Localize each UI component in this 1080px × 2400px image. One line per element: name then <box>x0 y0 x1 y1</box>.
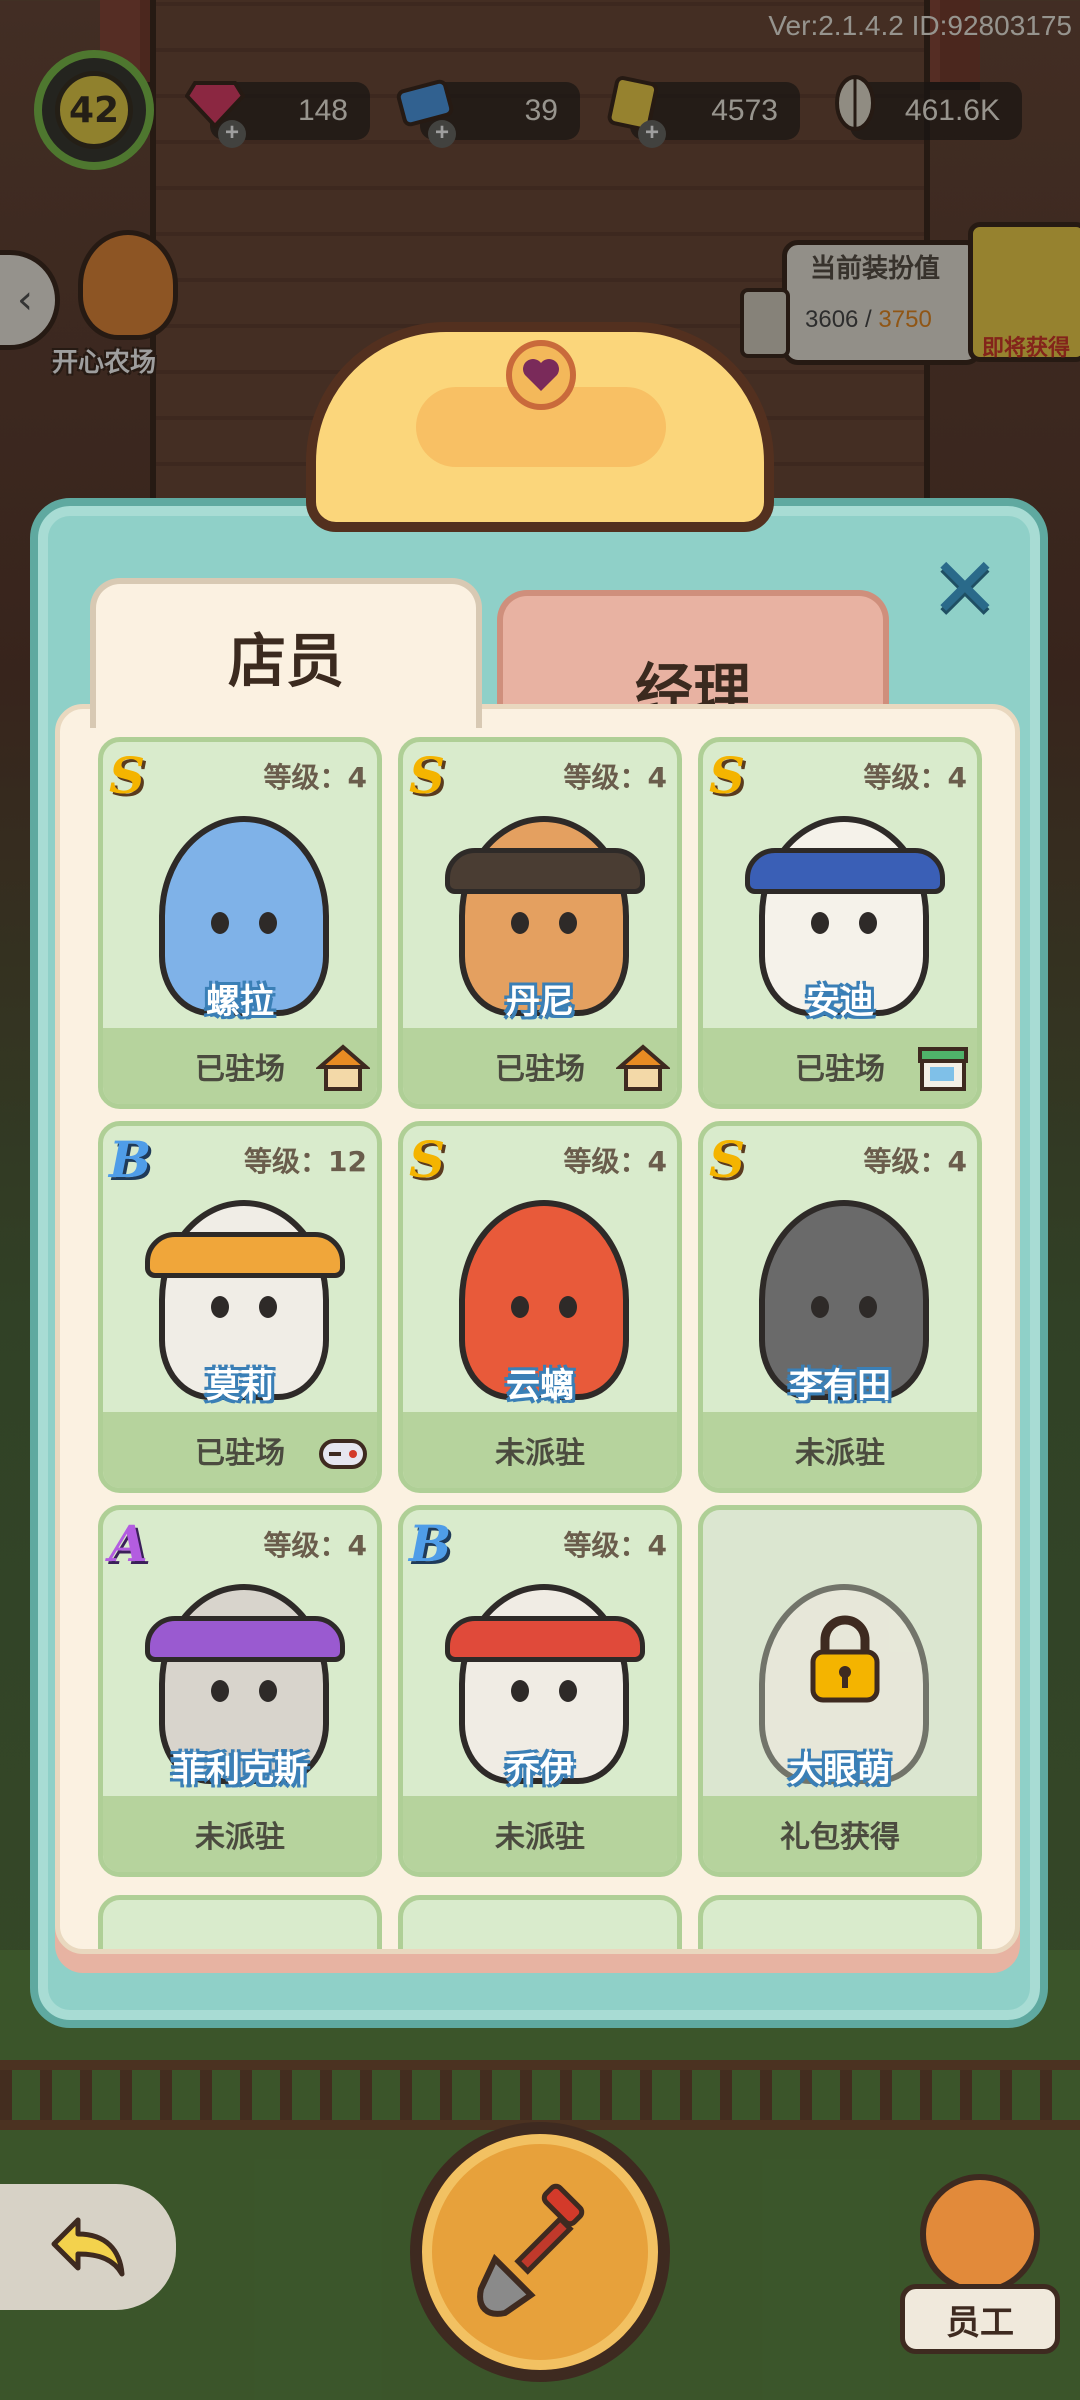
staff-status: 未派驻 <box>403 1412 677 1488</box>
staff-grid: S 等级：4 螺拉 已驻场 S 等级：4 丹尼 已驻场 S 等级：4 安迪 已驻… <box>55 704 1020 1954</box>
staff-level: 等级：4 <box>563 761 667 794</box>
staff-name: 螺拉 <box>206 982 274 1022</box>
staff-level: 等级：4 <box>263 761 367 794</box>
staff-name: 大眼萌 <box>789 1750 891 1790</box>
staff-button-label: 员工 <box>900 2284 1060 2354</box>
grade-badge: S <box>109 746 146 805</box>
staff-card[interactable]: B 等级：4 乔伊 未派驻 <box>398 1505 682 1877</box>
staff-level: 等级：12 <box>244 1145 367 1178</box>
grade-badge: S <box>709 746 746 805</box>
store-icon <box>913 1038 973 1098</box>
grade-badge: S <box>709 1130 746 1189</box>
staff-level: 等级：4 <box>263 1529 367 1562</box>
staff-card[interactable]: A 等级：4 菲利克斯 未派驻 <box>98 1505 382 1877</box>
staff-status: 礼包获得 <box>703 1796 977 1872</box>
heart-icon <box>506 340 576 410</box>
dig-button[interactable] <box>410 2122 670 2382</box>
staff-status: 未派驻 <box>703 1412 977 1488</box>
staff-name: 乔伊 <box>506 1750 574 1790</box>
staff-level: 等级：4 <box>863 761 967 794</box>
house-icon <box>313 1038 373 1098</box>
staff-card[interactable]: S 等级：4 螺拉 已驻场 <box>98 737 382 1109</box>
grade-badge: B <box>109 1130 152 1189</box>
grade-badge: B <box>409 1514 452 1573</box>
staff-status: 未派驻 <box>103 1796 377 1872</box>
grade-badge: S <box>409 746 446 805</box>
staff-card[interactable]: S 等级：4 云螭 未派驻 <box>398 1121 682 1493</box>
staff-avatar-icon <box>920 2174 1040 2294</box>
close-icon[interactable]: ✕ <box>920 546 1010 630</box>
staff-level: 等级：4 <box>563 1145 667 1178</box>
lock-icon <box>807 1614 883 1704</box>
staff-card-partial[interactable] <box>698 1895 982 1949</box>
staff-name: 莫莉 <box>206 1366 274 1406</box>
tab-staff[interactable]: 店员 <box>90 578 482 728</box>
back-button[interactable] <box>0 2184 176 2310</box>
staff-name: 菲利克斯 <box>172 1750 308 1790</box>
staff-name: 丹尼 <box>506 982 574 1022</box>
staff-status: 未派驻 <box>403 1796 677 1872</box>
staff-name: 安迪 <box>806 982 874 1022</box>
grade-badge: S <box>409 1130 446 1189</box>
staff-card[interactable]: B 等级：12 莫莉 已驻场 <box>98 1121 382 1493</box>
tab-manager[interactable]: 经理 <box>497 590 889 725</box>
staff-card[interactable]: S 等级：4 安迪 已驻场 <box>698 737 982 1109</box>
staff-name: 云螭 <box>506 1366 574 1406</box>
return-arrow-icon <box>48 2210 128 2284</box>
staff-card-partial[interactable] <box>398 1895 682 1949</box>
house-icon <box>613 1038 673 1098</box>
staff-card[interactable]: S 等级：4 丹尼 已驻场 <box>398 737 682 1109</box>
staff-card-partial[interactable] <box>98 1895 382 1949</box>
staff-card-locked[interactable]: 大眼萌 礼包获得 <box>698 1505 982 1877</box>
staff-level: 等级：4 <box>863 1145 967 1178</box>
staff-level: 等级：4 <box>563 1529 667 1562</box>
shovel-icon <box>465 2175 615 2329</box>
staff-name: 李有田 <box>789 1366 891 1406</box>
staff-card[interactable]: S 等级：4 李有田 未派驻 <box>698 1121 982 1493</box>
staff-button[interactable]: 员工 <box>900 2164 1060 2364</box>
grade-badge: A <box>109 1514 148 1573</box>
gamepad-icon <box>313 1422 373 1482</box>
